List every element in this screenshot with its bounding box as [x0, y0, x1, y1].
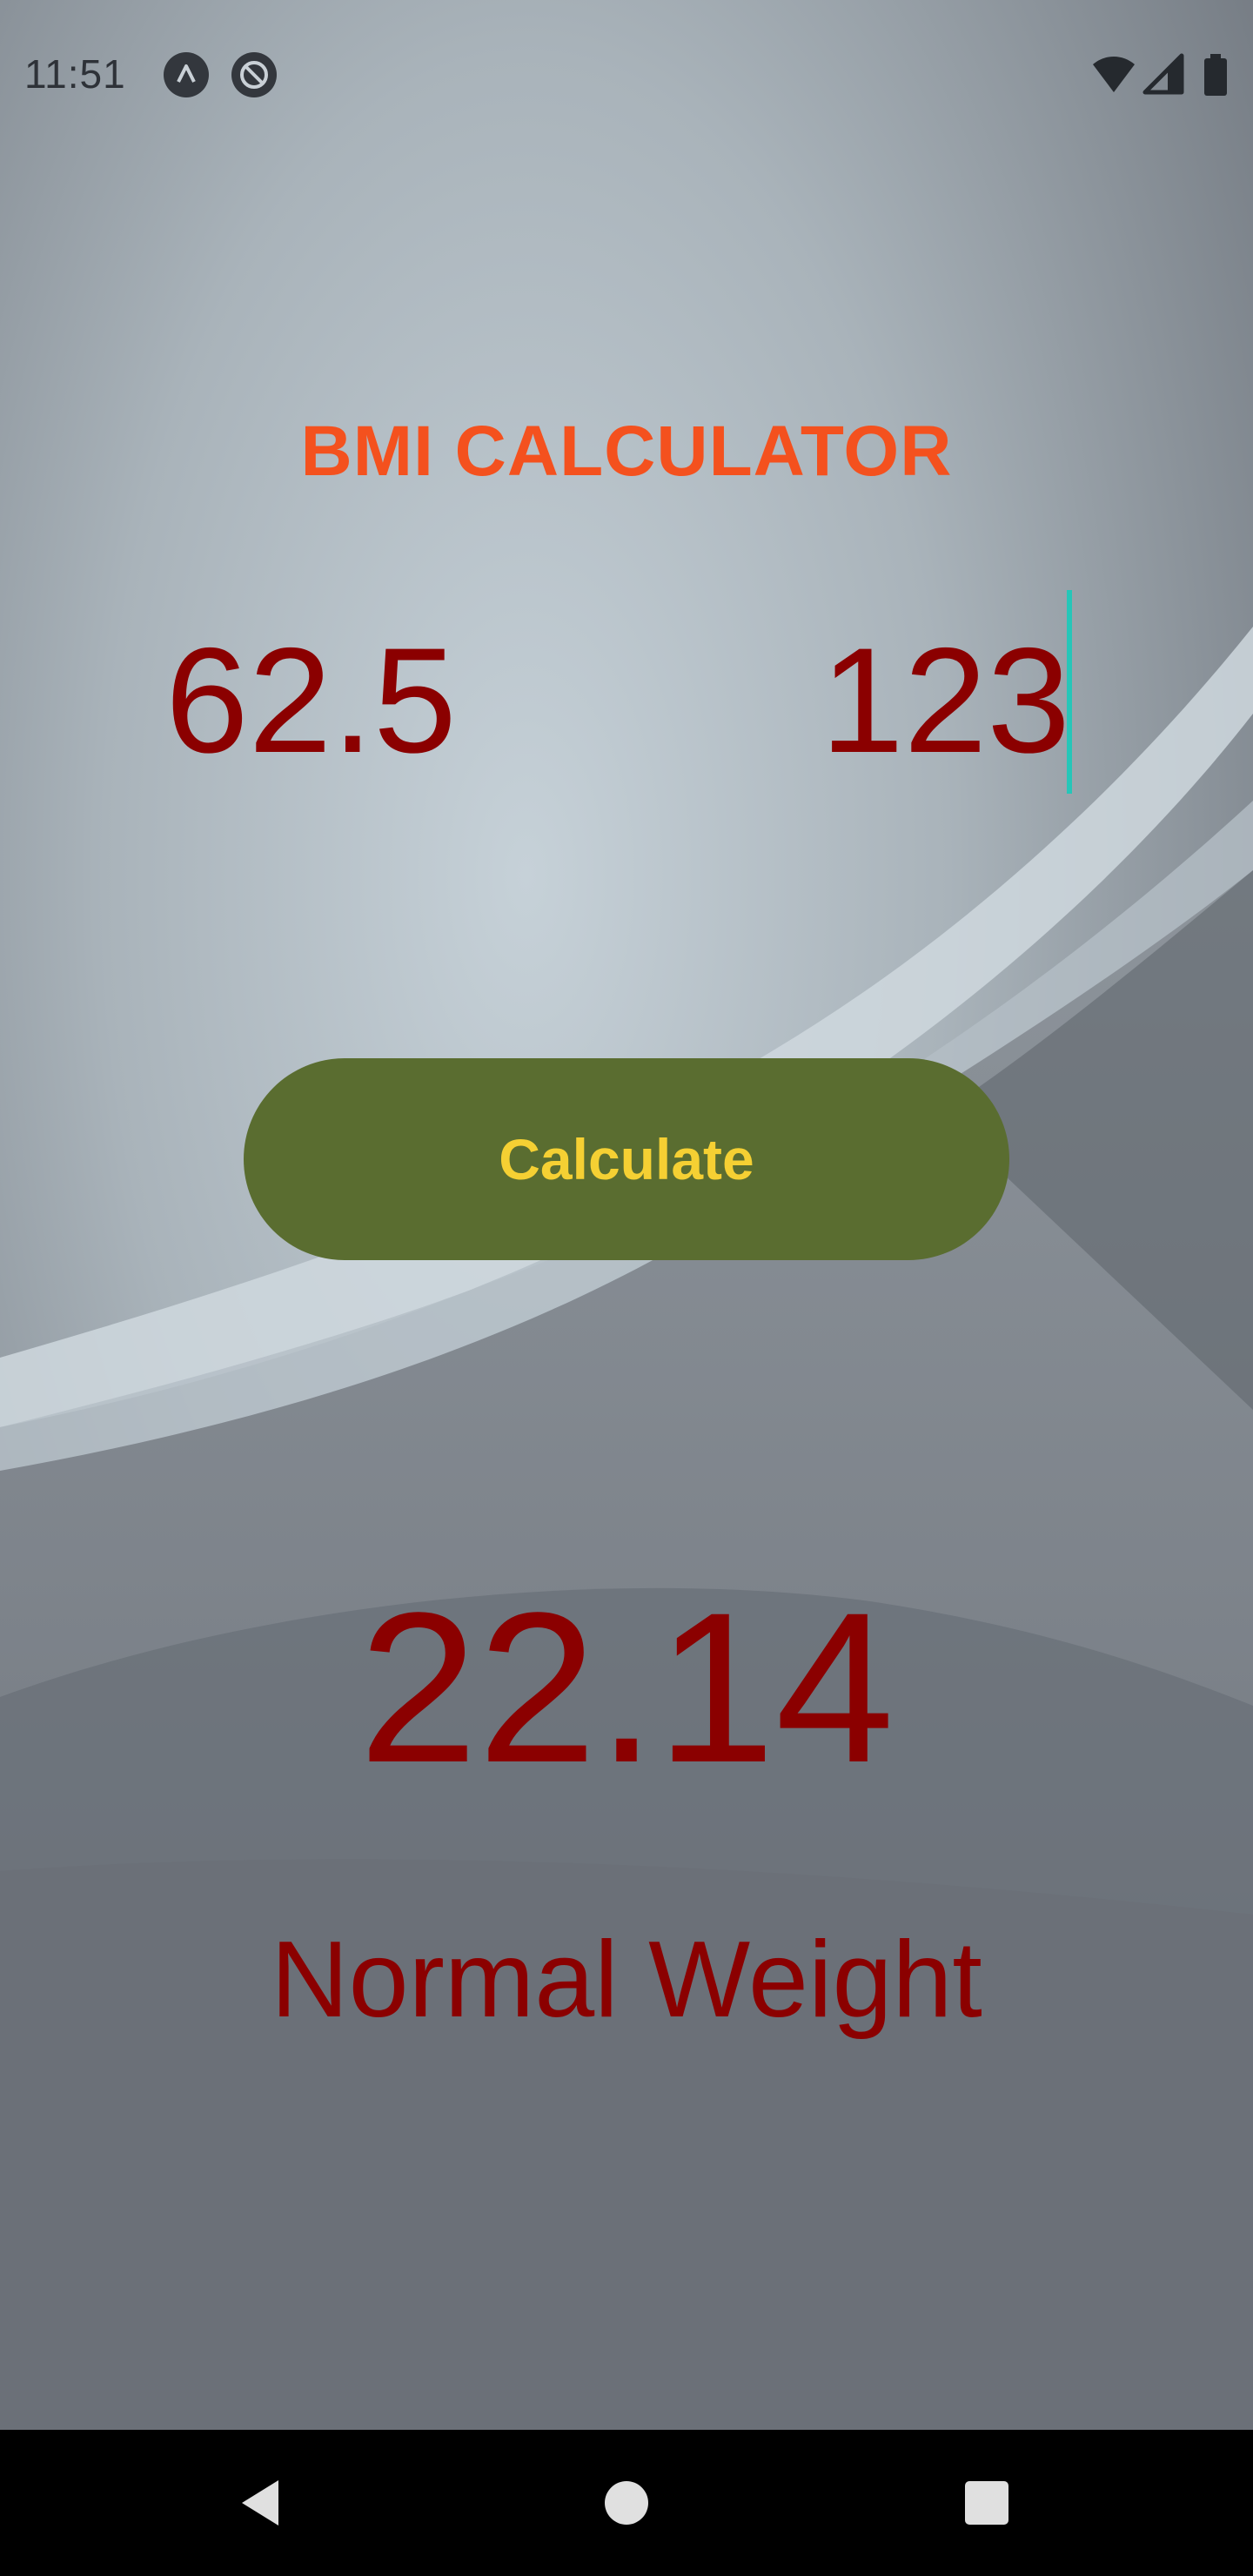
- bmi-category-label: Normal Weight: [271, 1920, 982, 2040]
- recents-icon[interactable]: [943, 2459, 1030, 2546]
- navigation-bar: [0, 2430, 1253, 2576]
- wifi-icon: [1093, 57, 1135, 92]
- page-title: BMI CALCULATOR: [300, 412, 953, 491]
- back-icon[interactable]: [218, 2459, 305, 2546]
- home-icon[interactable]: [583, 2459, 670, 2546]
- height-input[interactable]: 123: [809, 600, 1070, 801]
- battery-icon: [1204, 54, 1227, 96]
- calculate-button[interactable]: Calculate: [244, 1058, 1009, 1260]
- cell-signal-icon: [1142, 53, 1184, 95]
- text-cursor: [1067, 590, 1072, 794]
- app-screen: 11:51 BMI CALCULATOR 62.5 123 Calculate …: [0, 0, 1253, 2576]
- a-letter-icon: [164, 52, 209, 97]
- no-sync-icon: [231, 52, 277, 97]
- status-time: 11:51: [24, 51, 126, 97]
- status-bar: 11:51: [0, 0, 1253, 148]
- bmi-result-value: 22.14: [358, 1568, 895, 1808]
- weight-input[interactable]: 62.5: [165, 600, 513, 801]
